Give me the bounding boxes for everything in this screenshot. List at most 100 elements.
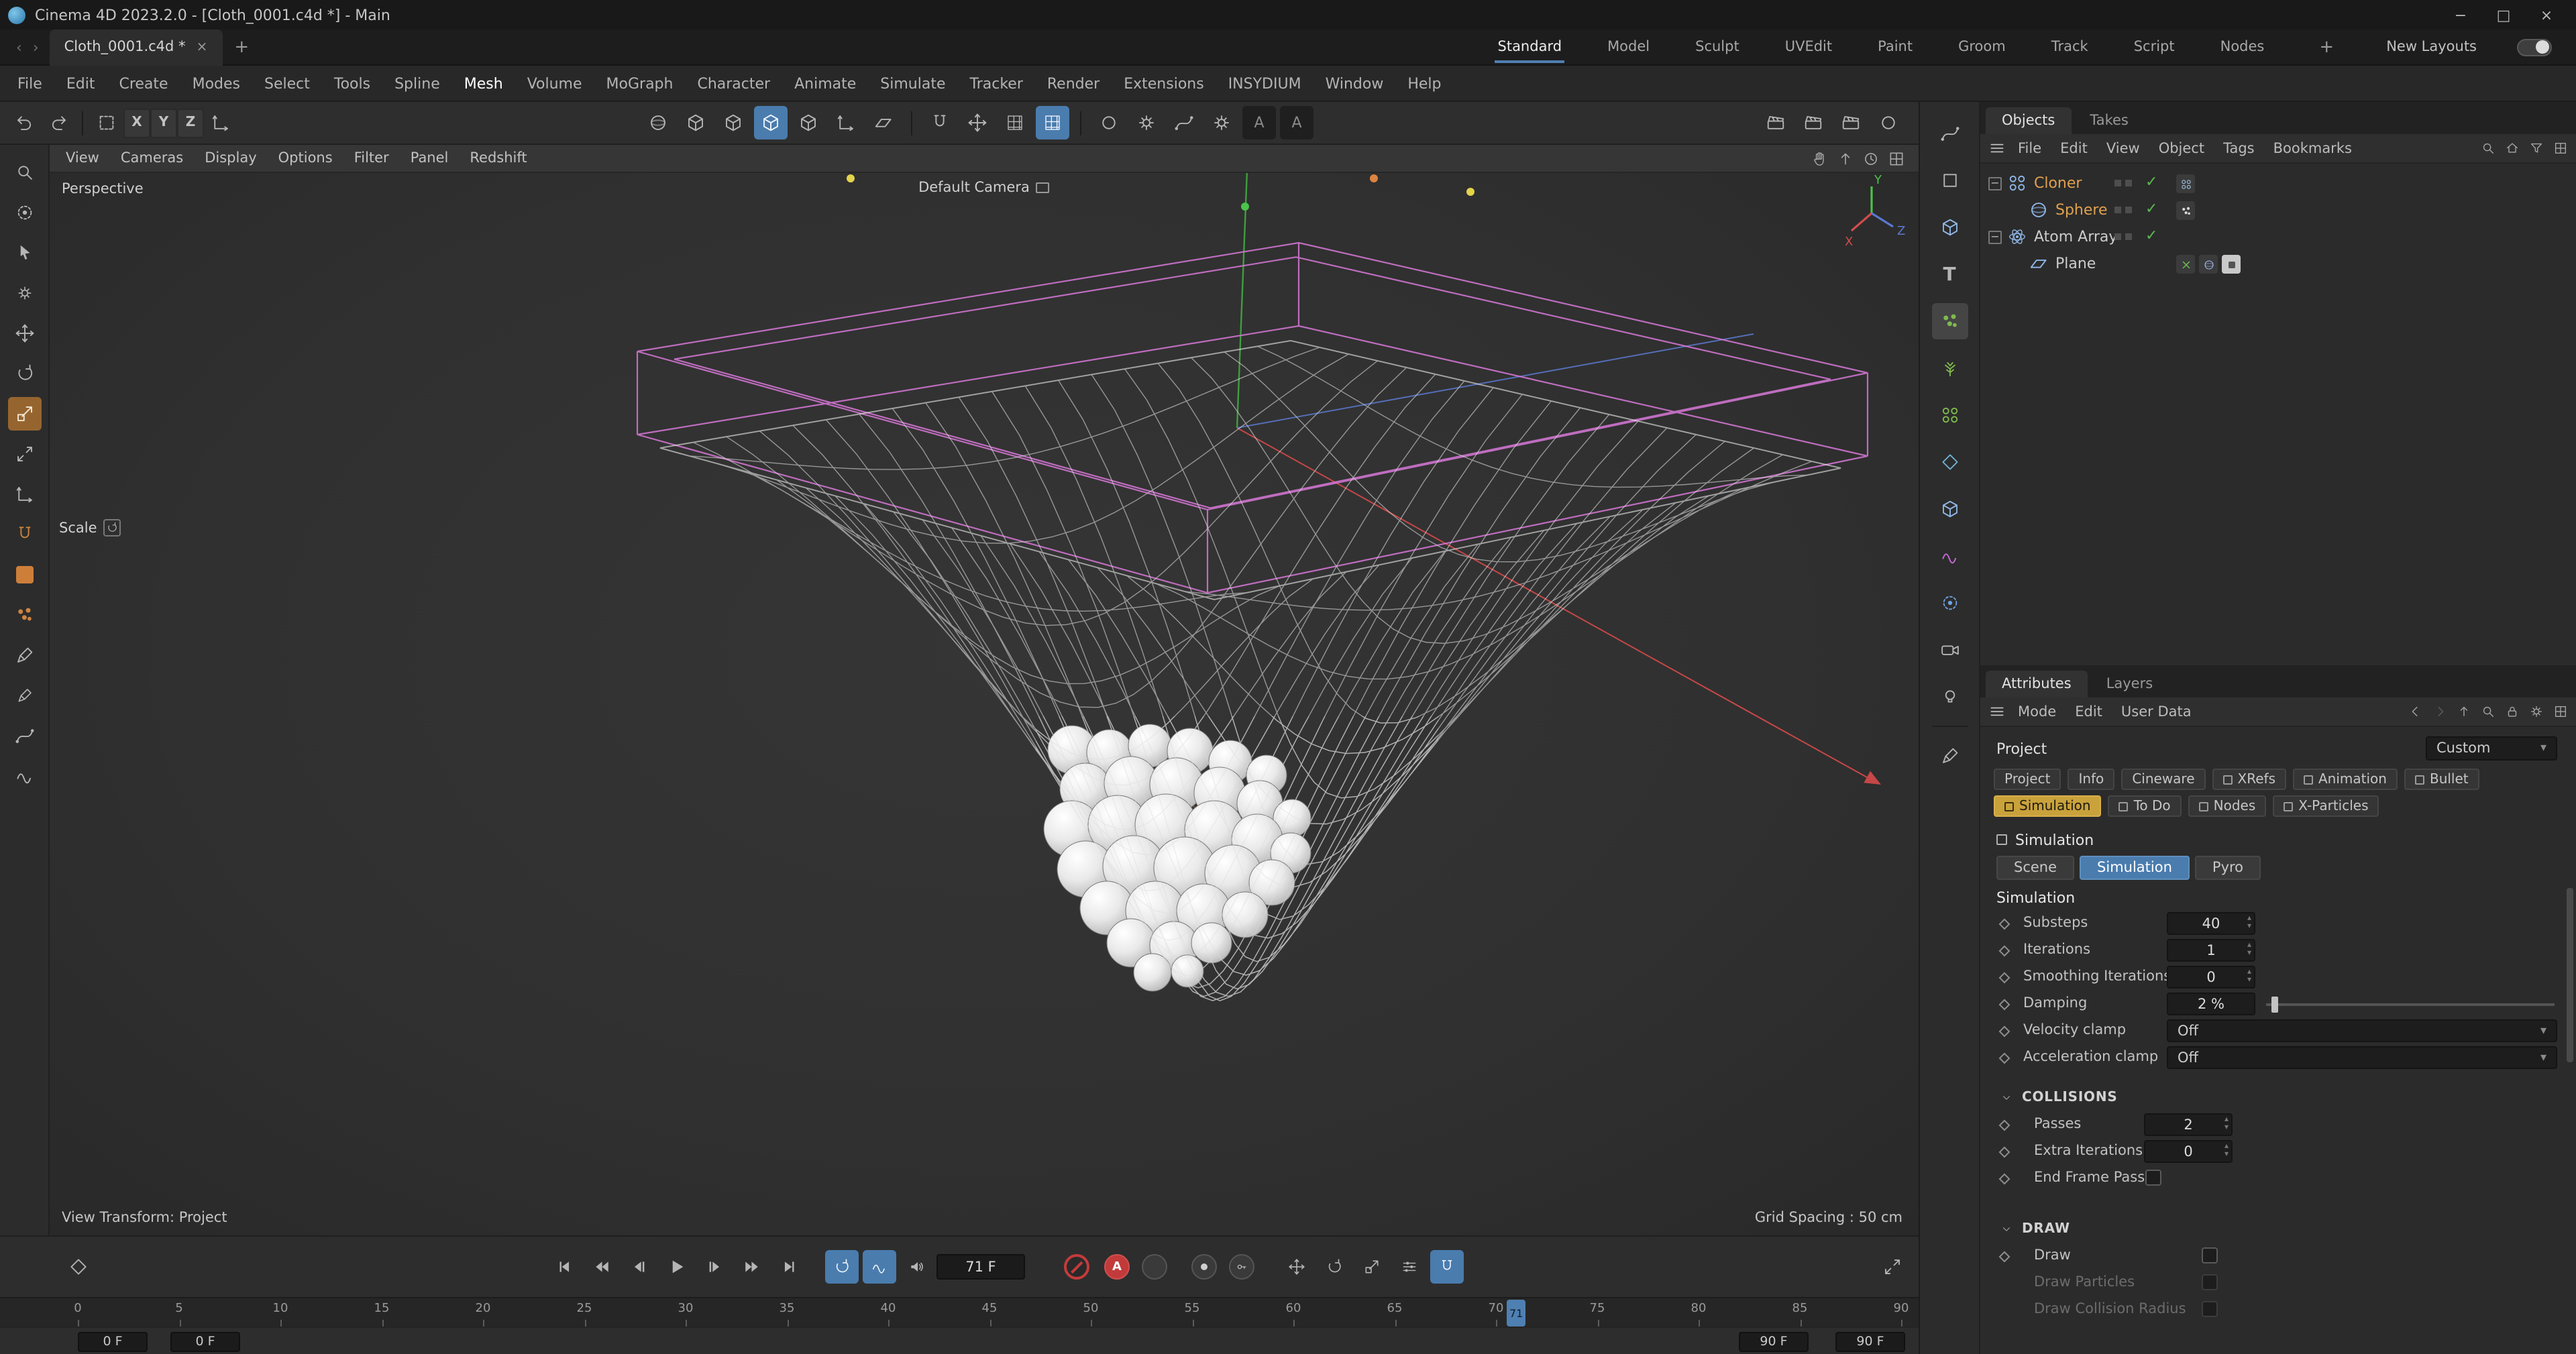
category-tab[interactable]: XRefs [2212, 769, 2286, 790]
keyframe-diamond-icon[interactable] [1999, 1053, 2010, 1064]
home-icon[interactable] [2505, 141, 2520, 156]
quantize-icon[interactable] [998, 106, 1032, 139]
category-tab[interactable]: To Do [2108, 795, 2182, 817]
menu-item[interactable]: Simulate [868, 74, 957, 92]
grid-snap-icon[interactable] [1036, 106, 1069, 139]
draw-checkbox[interactable] [2202, 1247, 2218, 1263]
segment-button[interactable]: Scene [1996, 856, 2074, 880]
play-button[interactable] [660, 1250, 694, 1284]
rotate-tool-icon[interactable] [7, 357, 41, 390]
layout-tab[interactable]: Script [2131, 32, 2178, 62]
cloth-tag-icon[interactable] [2176, 201, 2195, 220]
menu-item[interactable]: Tools [322, 74, 382, 92]
spinner-icon[interactable]: ▴▾ [2247, 942, 2251, 958]
play-sound-button[interactable] [863, 1250, 896, 1284]
close-button[interactable]: × [2525, 0, 2568, 30]
knife-tool-icon[interactable] [7, 679, 41, 712]
menu-item[interactable]: Edit [54, 74, 107, 92]
autokey-button[interactable]: A [1104, 1254, 1130, 1280]
spinner-icon[interactable]: ▴▾ [2247, 968, 2251, 984]
collisions-group-header[interactable]: COLLISIONS [1980, 1082, 2576, 1112]
menu-item[interactable]: Spline [382, 74, 452, 92]
previous-frame-button[interactable] [623, 1250, 656, 1284]
frame-selection-button[interactable] [90, 106, 123, 139]
coordinate-tool-icon[interactable] [7, 477, 41, 511]
sketch-tool-button[interactable] [1931, 738, 1968, 774]
lock-z-axis-button[interactable]: Z [177, 108, 204, 137]
segment-button[interactable]: Simulation [2080, 856, 2190, 880]
burger-menu-icon[interactable] [1988, 139, 2006, 157]
keyframe-diamond-icon[interactable] [1999, 972, 2010, 984]
layout-tab[interactable]: UVEdit [1782, 32, 1835, 62]
scrollbar-thumb[interactable] [2567, 888, 2573, 1062]
deformer-button[interactable] [1931, 538, 1968, 574]
texture-mode-icon[interactable] [716, 106, 750, 139]
spinner-icon[interactable]: ▴▾ [2247, 915, 2251, 931]
acceleration-clamp-dropdown[interactable]: Off▾ [2167, 1046, 2557, 1069]
category-tab[interactable]: Nodes [2188, 795, 2267, 817]
layout-tab[interactable]: Nodes [2218, 32, 2267, 62]
viewport-menu-item[interactable]: Redshift [459, 150, 537, 166]
current-frame-field[interactable]: 71 F [936, 1254, 1025, 1280]
keyframe-diamond-icon[interactable] [1999, 1251, 2010, 1263]
particle-group-button[interactable] [1931, 303, 1968, 339]
light-button[interactable] [1931, 679, 1968, 715]
viewport-menu-item[interactable]: Display [194, 150, 267, 166]
keyframe-diamond-icon[interactable] [1999, 1120, 2010, 1131]
attributes-menu-item[interactable]: Mode [2008, 703, 2065, 720]
zoom-tool-icon[interactable] [7, 156, 41, 189]
history-back-icon[interactable] [2408, 704, 2423, 719]
category-tab[interactable]: Simulation [1994, 795, 2102, 817]
parent-up-icon[interactable] [2457, 704, 2471, 719]
menu-item[interactable]: Render [1035, 74, 1112, 92]
menu-item[interactable]: File [5, 74, 54, 92]
lock-x-axis-button[interactable]: X [123, 108, 150, 137]
spinner-icon[interactable]: ▴▾ [2224, 1116, 2229, 1132]
render-view-button[interactable] [1759, 106, 1792, 139]
category-tab[interactable]: Project [1994, 769, 2061, 790]
camera-label[interactable]: Default Camera [918, 180, 1050, 196]
frame-view-icon[interactable] [1837, 150, 1854, 167]
volume-button[interactable] [900, 1250, 934, 1284]
point-mode-icon[interactable] [792, 106, 825, 139]
objects-menu-item[interactable]: File [2008, 140, 2051, 156]
category-tab[interactable]: X-Particles [2273, 795, 2379, 817]
settings-icon[interactable] [2529, 704, 2544, 719]
objects-menu-item[interactable]: Edit [2051, 140, 2097, 156]
keyframe-diamond-icon[interactable] [1999, 919, 2010, 930]
damping-field[interactable]: 2 % [2167, 993, 2255, 1015]
undo-button[interactable] [8, 106, 42, 139]
viewport-menu-item[interactable]: Panel [400, 150, 460, 166]
coordinate-system-button[interactable] [204, 106, 237, 139]
split-view-icon[interactable] [1888, 150, 1905, 167]
iterations-field[interactable]: 1▴▾ [2167, 939, 2255, 962]
layout-tab[interactable]: Track [2049, 32, 2091, 62]
panel-layout-icon[interactable] [2553, 141, 2568, 156]
layout-tab[interactable]: Model [1605, 32, 1652, 62]
expander-icon[interactable]: − [1988, 176, 2002, 190]
velocity-clamp-dropdown[interactable]: Off▾ [2167, 1019, 2557, 1042]
keyframe-diamond-icon[interactable] [1999, 946, 2010, 957]
preview-end-field[interactable]: 90 F [1739, 1331, 1809, 1351]
set-keyframe-button[interactable] [1229, 1254, 1254, 1280]
add-layout-button[interactable]: + [2307, 37, 2346, 57]
axis-mode-icon[interactable] [829, 106, 863, 139]
substeps-field[interactable]: 40▴▾ [2167, 912, 2255, 935]
category-tab[interactable]: Animation [2293, 769, 2398, 790]
object-row-atom-array[interactable]: − Atom Array ✓ [1980, 224, 2576, 251]
menu-item[interactable]: Volume [515, 74, 594, 92]
range-end-field[interactable]: 90 F [1835, 1331, 1905, 1351]
world-grid-toggle-icon[interactable] [1092, 106, 1126, 139]
next-frame-button[interactable] [698, 1250, 731, 1284]
preset-dropdown[interactable]: Custom▾ [2426, 736, 2557, 760]
camera-button[interactable] [1931, 632, 1968, 668]
object-row-plane[interactable]: Plane [1980, 251, 2576, 278]
viewport-menu-item[interactable]: Cameras [110, 150, 194, 166]
object-row-sphere[interactable]: Sphere ✓ [1980, 197, 2576, 224]
render-picture-viewer-button[interactable] [1796, 106, 1830, 139]
modeling-settings-icon[interactable] [1130, 106, 1163, 139]
tab-scroll-left-icon[interactable]: ‹ [11, 38, 28, 56]
edit-render-settings-button[interactable] [1834, 106, 1868, 139]
objects-menu-item[interactable]: Tags [2214, 140, 2264, 156]
menu-item[interactable]: Window [1313, 74, 1396, 92]
